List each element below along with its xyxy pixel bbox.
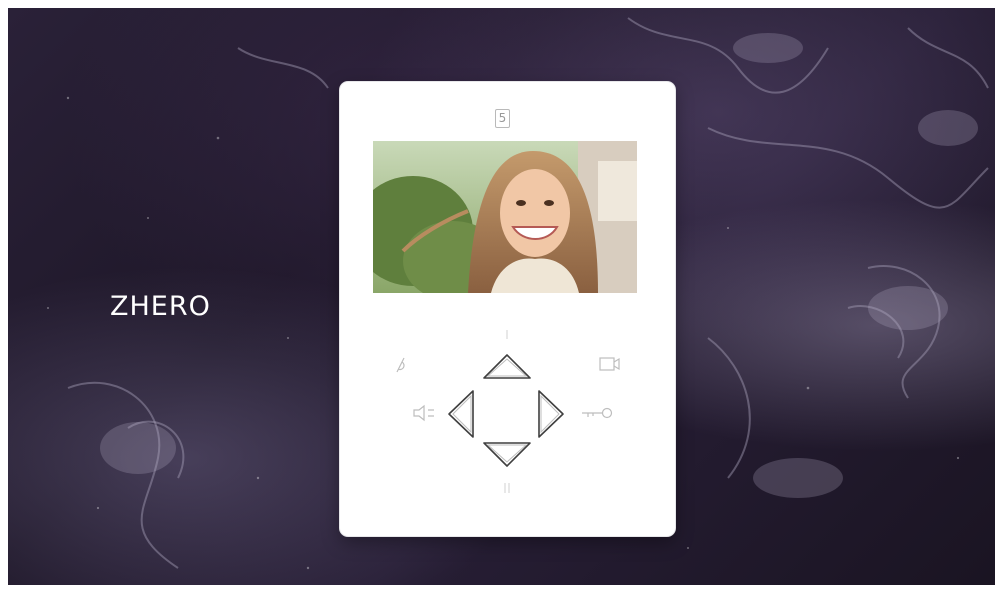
camera-feed-image [373, 141, 637, 293]
intercom-monitor: 5 [340, 82, 675, 536]
triangle-up-icon [483, 354, 531, 379]
monitor-icon[interactable] [599, 356, 621, 372]
brand-logo-text: ZHERO [110, 291, 211, 322]
triangle-left-icon [448, 390, 474, 438]
key-down[interactable] [481, 438, 533, 470]
speaker-volume-icon[interactable] [412, 404, 436, 422]
up-indicator-icon [506, 330, 508, 339]
door-key-icon[interactable] [580, 406, 614, 420]
triangle-down-icon [483, 442, 531, 467]
video-screen [373, 141, 637, 293]
key-up[interactable] [481, 352, 533, 382]
triangle-right-icon [538, 390, 564, 438]
ringtone-icon[interactable] [394, 356, 408, 374]
down-indicator-icon [504, 483, 510, 493]
stage: ZHERO 5 [0, 0, 1003, 593]
device-logo: 5 [495, 109, 510, 128]
key-left[interactable] [446, 388, 478, 440]
navigation-keypad [340, 322, 675, 502]
key-right[interactable] [534, 388, 566, 440]
